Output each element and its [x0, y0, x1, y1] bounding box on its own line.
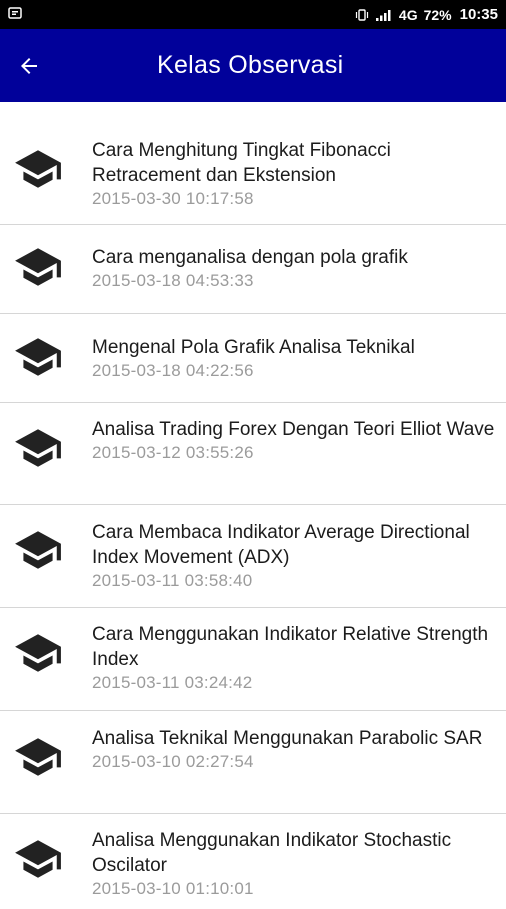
item-title: Cara Membaca Indikator Average Direction… — [92, 522, 470, 568]
app-bar: Kelas Observasi — [0, 29, 506, 102]
list-item[interactable]: Mengenal Pola Grafik Analisa Teknikal 20… — [0, 314, 506, 403]
status-bar: 4G 72% 10:35 — [0, 0, 506, 29]
item-date: 2015-03-10 02:27:54 — [92, 752, 254, 771]
graduation-cap-icon — [15, 531, 61, 569]
signal-icon — [375, 9, 391, 21]
item-title: Cara menganalisa dengan pola grafik — [92, 247, 408, 268]
item-date: 2015-03-30 10:17:58 — [92, 189, 254, 208]
network-type: 4G — [398, 6, 418, 23]
list-item[interactable]: Cara Membaca Indikator Average Direction… — [0, 505, 506, 608]
item-title: Analisa Teknikal Menggunakan Parabolic S… — [92, 728, 483, 749]
arrow-left-icon — [21, 58, 37, 74]
item-date: 2015-03-18 04:53:33 — [92, 271, 254, 290]
item-date: 2015-03-12 03:55:26 — [92, 443, 254, 462]
battery-level: 72% — [423, 6, 452, 23]
back-button[interactable] — [12, 49, 46, 83]
item-title: Cara Menggunakan Indikator Relative Stre… — [92, 624, 489, 670]
item-date: 2015-03-10 01:10:01 — [92, 879, 254, 898]
list-item[interactable]: Analisa Teknikal Menggunakan Parabolic S… — [0, 711, 506, 814]
list-item[interactable]: Cara Menghitung Tingkat Fibonacci Retrac… — [0, 102, 506, 225]
item-title: Analisa Trading Forex Dengan Teori Ellio… — [92, 419, 495, 440]
status-indicators: 4G 72% 10:35 — [355, 0, 498, 29]
graduation-cap-icon — [15, 840, 61, 878]
article-list: Cara Menghitung Tingkat Fibonacci Retrac… — [0, 102, 506, 909]
list-item[interactable]: Analisa Menggunakan Indikator Stochastic… — [0, 814, 506, 909]
vibrate-icon — [355, 8, 369, 21]
item-date: 2015-03-18 04:22:56 — [92, 361, 254, 380]
graduation-cap-icon — [15, 338, 61, 376]
page-title: Kelas Observasi — [157, 51, 344, 79]
item-title: Analisa Menggunakan Indikator Stochastic… — [92, 830, 452, 876]
item-date: 2015-03-11 03:58:40 — [92, 571, 253, 590]
graduation-cap-icon — [15, 738, 61, 776]
item-date: 2015-03-11 03:24:42 — [92, 673, 253, 692]
list-item[interactable]: Cara Menggunakan Indikator Relative Stre… — [0, 608, 506, 711]
item-title: Cara Menghitung Tingkat Fibonacci Retrac… — [92, 140, 391, 186]
graduation-cap-icon — [15, 150, 61, 188]
graduation-cap-icon — [15, 634, 61, 672]
item-title: Mengenal Pola Grafik Analisa Teknikal — [92, 337, 415, 358]
graduation-cap-icon — [15, 248, 61, 286]
clock: 10:35 — [459, 6, 498, 23]
notification-icon — [8, 7, 22, 19]
list-item[interactable]: Cara menganalisa dengan pola grafik 2015… — [0, 225, 506, 314]
graduation-cap-icon — [15, 429, 61, 467]
list-item[interactable]: Analisa Trading Forex Dengan Teori Ellio… — [0, 403, 506, 505]
